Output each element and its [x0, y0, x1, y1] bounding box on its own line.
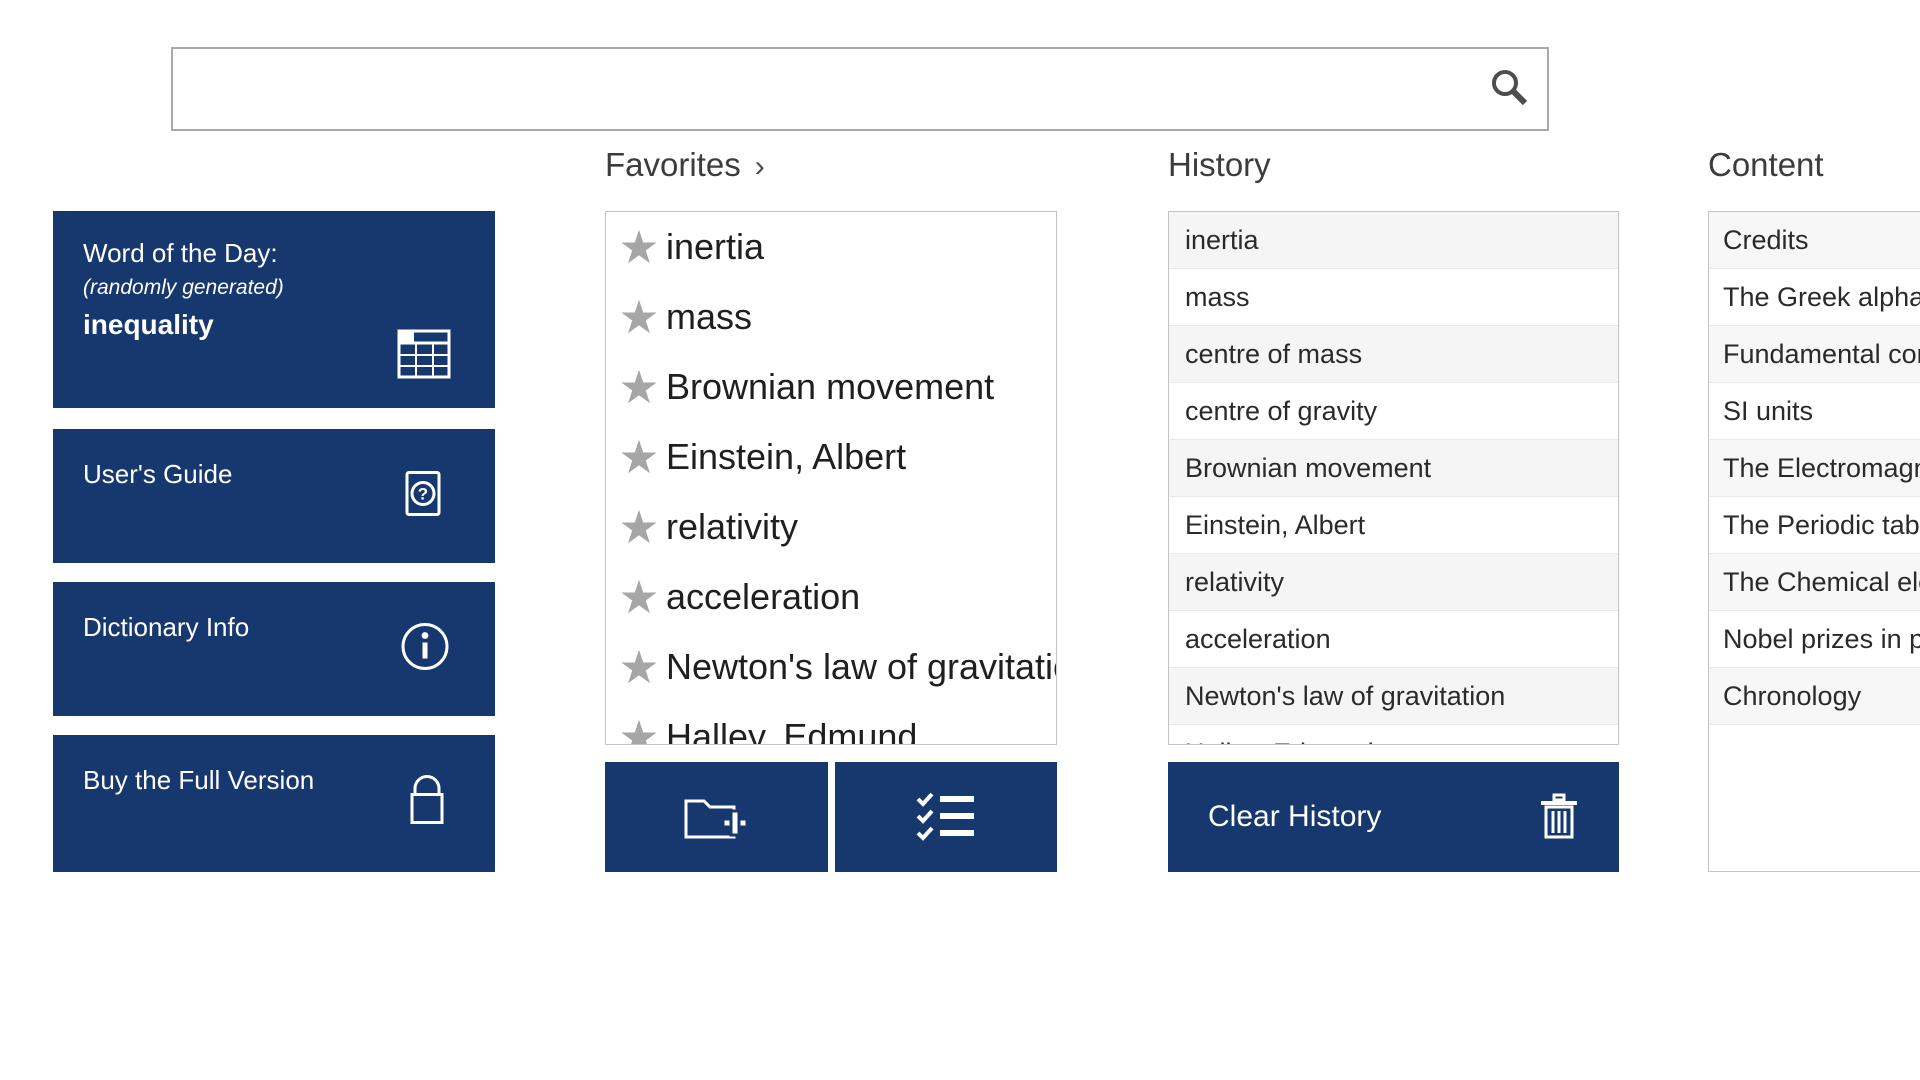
content-title: Content: [1708, 146, 1824, 184]
favorites-list-item[interactable]: ★ acceleration: [606, 562, 1056, 632]
content-list-item[interactable]: Nobel prizes in physics: [1709, 611, 1920, 668]
history-list-item[interactable]: centre of gravity: [1169, 383, 1618, 440]
clear-history-label: Clear History: [1208, 800, 1381, 834]
history-list-item[interactable]: Einstein, Albert: [1169, 497, 1618, 554]
history-list-item[interactable]: inertia: [1169, 212, 1618, 269]
info-circle-icon: [399, 621, 451, 678]
word-of-the-day-title: Word of the Day:: [83, 237, 465, 270]
dictionary-info-tile[interactable]: Dictionary Info: [53, 582, 495, 716]
trash-icon: [1539, 793, 1579, 841]
checklist-icon: [916, 791, 976, 843]
favorites-list-item[interactable]: ★ Halley, Edmund: [606, 702, 1056, 745]
search-icon: [1486, 66, 1532, 112]
search-button[interactable]: [1471, 49, 1547, 129]
content-list-item[interactable]: The Greek alphabet: [1709, 269, 1920, 326]
star-icon[interactable]: ★: [612, 427, 666, 487]
favorites-list-item[interactable]: ★ inertia: [606, 212, 1056, 282]
content-list: Credits The Greek alphabet Fundamental c…: [1708, 211, 1920, 872]
word-of-the-day-tile[interactable]: Word of the Day: (randomly generated) in…: [53, 211, 495, 408]
content-list-item[interactable]: Fundamental constants: [1709, 326, 1920, 383]
history-list-item[interactable]: Halley, Edmund: [1169, 725, 1618, 745]
content-header: Content: [1708, 146, 1824, 184]
favorites-item-label: acceleration: [666, 576, 860, 618]
history-list-item[interactable]: relativity: [1169, 554, 1618, 611]
search-input[interactable]: [173, 49, 1471, 129]
history-header: History: [1168, 146, 1271, 184]
favorites-list: ★ inertia ★ mass ★ Brownian movement ★ E…: [605, 211, 1057, 745]
search-box: [171, 47, 1549, 131]
star-icon[interactable]: ★: [612, 637, 666, 697]
history-list: inertia mass centre of mass centre of gr…: [1168, 211, 1619, 745]
shopping-bag-icon: [403, 772, 451, 835]
star-icon[interactable]: ★: [612, 567, 666, 627]
history-list-item[interactable]: Newton's law of gravitation: [1169, 668, 1618, 725]
content-list-item[interactable]: Chronology: [1709, 668, 1920, 725]
content-list-item[interactable]: The Electromagnetic spectrum: [1709, 440, 1920, 497]
history-list-item[interactable]: mass: [1169, 269, 1618, 326]
book-question-icon: ?: [395, 466, 451, 527]
users-guide-tile[interactable]: User's Guide ?: [53, 429, 495, 563]
grid-calendar-icon: [397, 329, 451, 384]
favorites-list-item[interactable]: ★ Newton's law of gravitation: [606, 632, 1056, 702]
favorites-item-label: relativity: [666, 506, 798, 548]
content-list-item[interactable]: The Chemical elements: [1709, 554, 1920, 611]
edit-favorites-list-button[interactable]: [835, 762, 1058, 872]
favorites-item-label: Einstein, Albert: [666, 436, 906, 478]
star-icon[interactable]: ★: [612, 707, 666, 745]
favorites-item-label: Brownian movement: [666, 366, 994, 408]
add-favorites-folder-button[interactable]: [605, 762, 828, 872]
buy-full-version-tile[interactable]: Buy the Full Version: [53, 735, 495, 872]
content-list-item[interactable]: The Periodic table: [1709, 497, 1920, 554]
star-icon[interactable]: ★: [612, 357, 666, 417]
chevron-right-icon: ›: [755, 150, 765, 184]
favorites-item-label: inertia: [666, 226, 764, 268]
favorites-list-item[interactable]: ★ relativity: [606, 492, 1056, 562]
favorites-list-item[interactable]: ★ Einstein, Albert: [606, 422, 1056, 492]
favorites-item-label: Halley, Edmund: [666, 716, 917, 745]
word-of-the-day-subtitle: (randomly generated): [83, 276, 465, 300]
folder-plus-icon: [683, 791, 749, 843]
star-icon[interactable]: ★: [612, 287, 666, 347]
clear-history-button[interactable]: Clear History: [1168, 762, 1619, 872]
content-list-item[interactable]: SI units: [1709, 383, 1920, 440]
star-icon[interactable]: ★: [612, 217, 666, 277]
content-list-item[interactable]: Credits: [1709, 212, 1920, 269]
favorites-title: Favorites: [605, 146, 741, 184]
svg-text:?: ?: [418, 485, 428, 504]
favorites-item-label: mass: [666, 296, 752, 338]
favorites-item-label: Newton's law of gravitation: [666, 646, 1056, 688]
history-list-item[interactable]: Brownian movement: [1169, 440, 1618, 497]
favorites-toolbar: [605, 762, 1057, 872]
history-title: History: [1168, 146, 1271, 184]
favorites-list-item[interactable]: ★ mass: [606, 282, 1056, 352]
history-list-item[interactable]: centre of mass: [1169, 326, 1618, 383]
favorites-list-item[interactable]: ★ Brownian movement: [606, 352, 1056, 422]
history-list-item[interactable]: acceleration: [1169, 611, 1618, 668]
favorites-header[interactable]: Favorites ›: [605, 146, 765, 184]
star-icon[interactable]: ★: [612, 497, 666, 557]
